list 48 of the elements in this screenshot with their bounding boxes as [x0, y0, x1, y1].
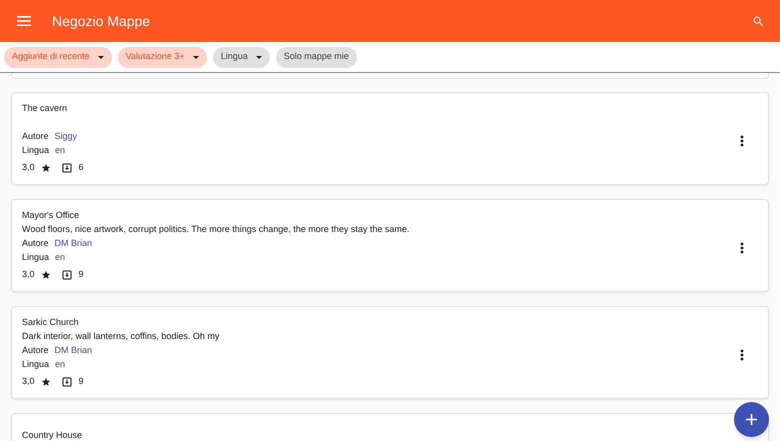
language-label: Lingua — [22, 358, 50, 371]
download-count: 6 — [78, 160, 84, 174]
star-icon — [40, 270, 51, 280]
rating-value: 3,0 — [22, 268, 35, 281]
language-label: Lingua — [22, 250, 50, 264]
map-card[interactable]: The cavern Autore Siggy Lingua en 3,0 6 — [11, 92, 769, 185]
star-icon — [40, 376, 51, 386]
language-value: en — [55, 358, 66, 371]
author-link[interactable]: DM Brian — [54, 344, 92, 358]
filter-chip[interactable]: Solo mappe mie — [276, 46, 357, 68]
author-link[interactable]: DM Brian — [54, 236, 92, 250]
rating-value: 3,0 — [22, 160, 35, 174]
map-title: The cavern — [22, 102, 68, 114]
search-icon — [752, 14, 764, 28]
download-count: 9 — [78, 374, 84, 388]
download-icon — [60, 376, 73, 388]
more-vertical-icon — [740, 348, 744, 360]
map-title: Country House — [22, 428, 82, 441]
caret-icon — [98, 56, 104, 58]
rating-value: 3,0 — [22, 374, 35, 388]
map-title: Mayor's Office — [22, 208, 80, 222]
author-label: Autore — [22, 344, 49, 357]
download-icon — [60, 268, 73, 280]
more-vertical-icon — [740, 242, 744, 254]
map-card[interactable]: Mayor's Office Wood floors, nice artwork, corrupt politics. The more things change, the more they stay the same. Autore DM Brian Lingua en 3,0 9 — [11, 199, 769, 292]
more-vertical-icon — [740, 134, 744, 146]
map-card[interactable]: Sarkic Church Dark interior, wall lanterns, coffins, bodies. Oh my Autore DM Brian Lingua en 3,0 9 — [11, 306, 769, 399]
app-title: Negozio Mappe — [52, 12, 150, 31]
filter-chip[interactable]: Lingua — [212, 46, 270, 68]
language-label: Lingua — [22, 144, 50, 157]
language-value: en — [55, 250, 66, 264]
add-button[interactable] — [734, 402, 769, 437]
menu-icon — [17, 16, 31, 26]
caret-icon — [256, 56, 262, 58]
language-value: en — [55, 144, 66, 157]
caret-icon — [192, 56, 199, 58]
map-description: Dark interior, wall lanterns, coffins, bodies. Oh my — [22, 330, 220, 342]
download-count: 9 — [78, 268, 84, 281]
menu-button[interactable] — [16, 13, 32, 29]
author-label: Autore — [22, 130, 49, 143]
star-icon — [40, 162, 51, 172]
map-title: Sarkic Church — [22, 316, 79, 328]
author-link[interactable]: Siggy — [54, 130, 78, 144]
plus-icon — [746, 414, 757, 425]
download-icon — [60, 162, 73, 174]
map-description: Wood floors, nice artwork, corrupt politics. The more things change, the more they stay the same. — [22, 222, 410, 236]
map-card[interactable]: Country House — [11, 413, 769, 441]
author-label: Autore — [22, 236, 49, 250]
